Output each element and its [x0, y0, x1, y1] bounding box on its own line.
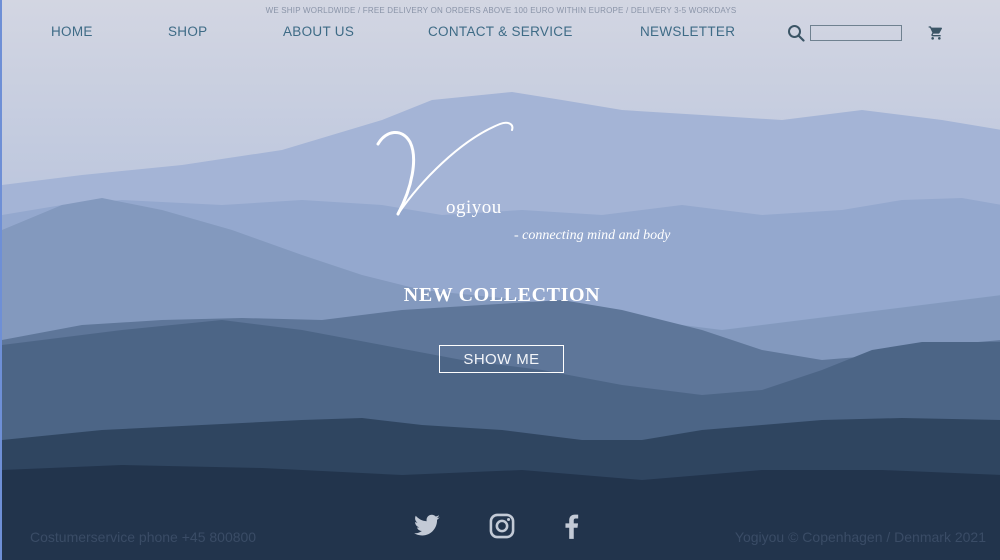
twitter-icon[interactable]	[413, 512, 441, 540]
cart-icon[interactable]	[928, 25, 944, 41]
search-input[interactable]	[810, 25, 902, 41]
shipping-banner: WE SHIP WORLDWIDE / FREE DELIVERY ON ORD…	[265, 6, 737, 15]
hero-section: WE SHIP WORLDWIDE / FREE DELIVERY ON ORD…	[0, 0, 1000, 560]
instagram-icon[interactable]	[488, 512, 516, 540]
collection-heading: NEW COLLECTION	[403, 284, 601, 306]
logo-wordmark: ogiyou	[446, 197, 502, 218]
mountain-background	[2, 0, 1000, 560]
nav-contact-service[interactable]: CONTACT & SERVICE	[428, 24, 573, 39]
nav-home[interactable]: HOME	[51, 24, 93, 39]
nav-newsletter[interactable]: NEWSLETTER	[640, 24, 735, 39]
facebook-icon[interactable]	[558, 512, 586, 540]
search-icon[interactable]	[787, 24, 805, 42]
logo-tagline: - connecting mind and body	[514, 228, 671, 243]
copyright-text: Yogiyou © Copenhagen / Denmark 2021	[734, 529, 986, 545]
show-me-button[interactable]: SHOW ME	[439, 345, 564, 373]
nav-about-us[interactable]: ABOUT US	[283, 24, 354, 39]
nav-shop[interactable]: SHOP	[168, 24, 207, 39]
customer-service-phone: Costumerservice phone +45 800800	[30, 529, 257, 545]
